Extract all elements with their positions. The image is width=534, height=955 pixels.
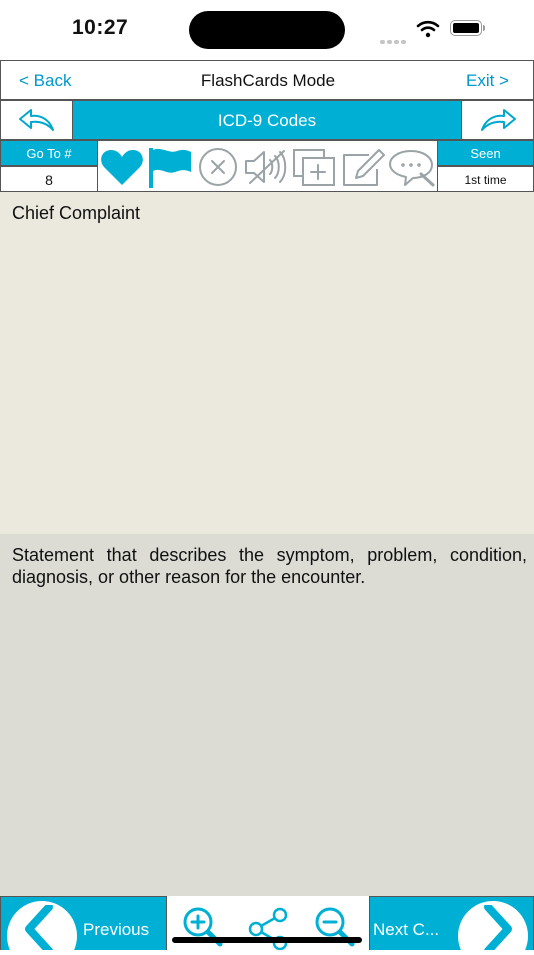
previous-button[interactable]: Previous	[0, 896, 167, 950]
curved-arrow-right-icon	[480, 109, 516, 131]
edit-button[interactable]	[338, 145, 386, 189]
zoom-out-icon	[315, 907, 355, 947]
next-card-button[interactable]: Next C...	[369, 896, 534, 950]
zoom-in-icon	[183, 907, 223, 947]
favorite-button[interactable]	[98, 145, 146, 189]
wifi-icon	[416, 20, 440, 43]
nav-title: FlashCards Mode	[200, 71, 336, 90]
battery-icon	[450, 20, 482, 36]
heart-icon	[101, 150, 143, 185]
home-indicator	[172, 937, 362, 943]
share-icon	[248, 907, 288, 951]
close-circle-icon	[199, 148, 237, 186]
speaker-mute-icon	[245, 150, 287, 184]
goto-label: Go To #	[0, 140, 98, 166]
curved-arrow-left-icon	[18, 109, 54, 131]
add-card-button[interactable]	[290, 145, 338, 189]
comment-button[interactable]	[386, 145, 436, 189]
back-button[interactable]: < Back	[19, 71, 71, 91]
mute-button[interactable]	[242, 145, 290, 189]
status-bar: 10:27	[0, 0, 534, 60]
chevron-right-icon	[484, 905, 512, 950]
cellular-signal-icon	[380, 31, 408, 49]
tool-row: Go To # 8 Seen 1st time	[0, 140, 534, 192]
chevron-left-icon	[25, 905, 53, 950]
answer-text: Statement that describes the symptom, pr…	[12, 545, 527, 587]
dynamic-island	[189, 11, 345, 49]
share-button[interactable]	[246, 906, 290, 955]
remove-card-button[interactable]	[194, 145, 242, 189]
comment-icon	[389, 150, 435, 187]
question-text: Chief Complaint	[12, 203, 141, 223]
question-panel[interactable]: Chief Complaint	[0, 192, 534, 534]
seen-value: 1st time	[437, 166, 534, 192]
add-card-icon	[293, 149, 335, 186]
exit-button[interactable]: Exit >	[466, 71, 509, 91]
nav-bar: FlashCards Mode < Back Exit >	[0, 60, 534, 100]
deck-title: ICD-9 Codes	[73, 100, 461, 140]
status-time: 10:27	[72, 16, 129, 39]
seen-label: Seen	[437, 140, 534, 166]
deck-row: ICD-9 Codes	[0, 100, 534, 140]
goto-field[interactable]: 8	[0, 166, 98, 192]
previous-label: Previous	[83, 920, 150, 939]
answer-panel[interactable]: Statement that describes the symptom, pr…	[0, 534, 534, 896]
flag-icon	[149, 148, 191, 188]
undo-arrow-button[interactable]	[0, 100, 73, 140]
zoom-out-button[interactable]	[312, 906, 356, 955]
redo-arrow-button[interactable]	[461, 100, 534, 140]
zoom-in-button[interactable]	[180, 906, 224, 955]
edit-icon	[343, 149, 385, 186]
card-actions-toolbar	[98, 140, 437, 192]
flag-button[interactable]	[146, 145, 194, 189]
next-card-label: Next C...	[373, 920, 440, 939]
